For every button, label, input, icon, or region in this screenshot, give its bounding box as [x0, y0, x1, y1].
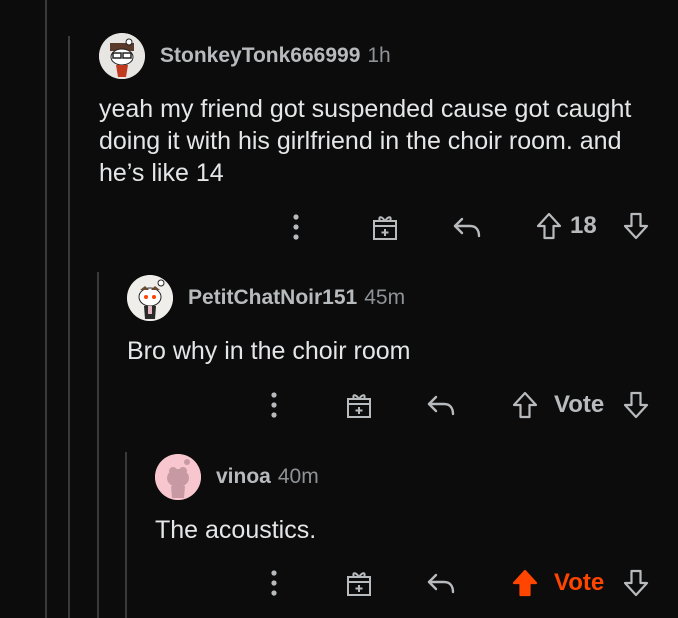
comment-header: PetitChatNoir151 45m — [127, 275, 667, 321]
comment-body: yeah my friend got suspended cause got c… — [99, 95, 632, 187]
downvote-button[interactable] — [622, 389, 650, 421]
downvote-icon — [623, 212, 649, 240]
downvote-icon — [623, 569, 649, 597]
comment: vinoa 40m The acoustics. — [155, 454, 665, 546]
comment-header: StonkeyTonk666999 1h — [99, 33, 669, 79]
upvote-icon — [536, 212, 562, 240]
upvote-button[interactable] — [511, 389, 539, 421]
avatar[interactable] — [127, 275, 173, 321]
avatar[interactable] — [99, 33, 145, 79]
award-gift-icon — [347, 394, 371, 418]
vote-count: 18 — [570, 212, 597, 239]
vote-score: 18 — [570, 210, 597, 242]
award-button[interactable] — [344, 568, 374, 598]
reply-button[interactable] — [450, 212, 484, 242]
thread-line — [68, 36, 70, 618]
vote-count: Vote — [554, 391, 605, 418]
more-options-button[interactable] — [264, 390, 284, 420]
award-button[interactable] — [370, 212, 400, 242]
upvote-button-active[interactable] — [511, 567, 539, 599]
timestamp: 45m — [364, 286, 406, 309]
more-options-icon — [271, 392, 277, 418]
comment-header: vinoa 40m — [155, 454, 665, 500]
more-options-icon — [293, 214, 299, 240]
timestamp: 40m — [277, 465, 319, 488]
upvote-icon — [512, 391, 538, 419]
avatar-snoo-icon — [155, 454, 201, 500]
reply-button[interactable] — [424, 568, 458, 598]
vote-score: Vote — [554, 389, 604, 421]
thread-line — [97, 272, 99, 618]
comment-body: Bro why in the choir room — [127, 337, 411, 365]
downvote-button[interactable] — [622, 210, 650, 242]
comment: StonkeyTonk666999 1h yeah my friend got … — [99, 33, 669, 189]
username[interactable]: vinoa — [216, 465, 271, 489]
reply-button[interactable] — [424, 390, 458, 420]
more-options-icon — [271, 570, 277, 596]
downvote-icon — [623, 391, 649, 419]
upvote-button[interactable] — [535, 210, 563, 242]
upvote-icon — [512, 569, 538, 597]
reply-icon — [427, 395, 455, 416]
vote-count: Vote — [554, 569, 605, 596]
comment-body: The acoustics. — [155, 516, 317, 544]
avatar-snoo-icon — [127, 275, 173, 321]
avatar[interactable] — [155, 454, 201, 500]
username[interactable]: PetitChatNoir151 — [188, 286, 357, 310]
timestamp: 1h — [367, 44, 391, 67]
thread-line — [45, 0, 47, 618]
reply-icon — [453, 217, 481, 238]
more-options-button[interactable] — [286, 212, 306, 242]
more-options-button[interactable] — [264, 568, 284, 598]
avatar-snoo-icon — [99, 33, 145, 79]
thread-line — [125, 452, 127, 618]
award-gift-icon — [373, 216, 397, 240]
downvote-button[interactable] — [622, 567, 650, 599]
username[interactable]: StonkeyTonk666999 — [160, 44, 360, 68]
reply-icon — [427, 573, 455, 594]
vote-score: Vote — [554, 567, 604, 599]
award-gift-icon — [347, 572, 371, 596]
comment: PetitChatNoir151 45m Bro why in the choi… — [127, 275, 667, 367]
award-button[interactable] — [344, 390, 374, 420]
